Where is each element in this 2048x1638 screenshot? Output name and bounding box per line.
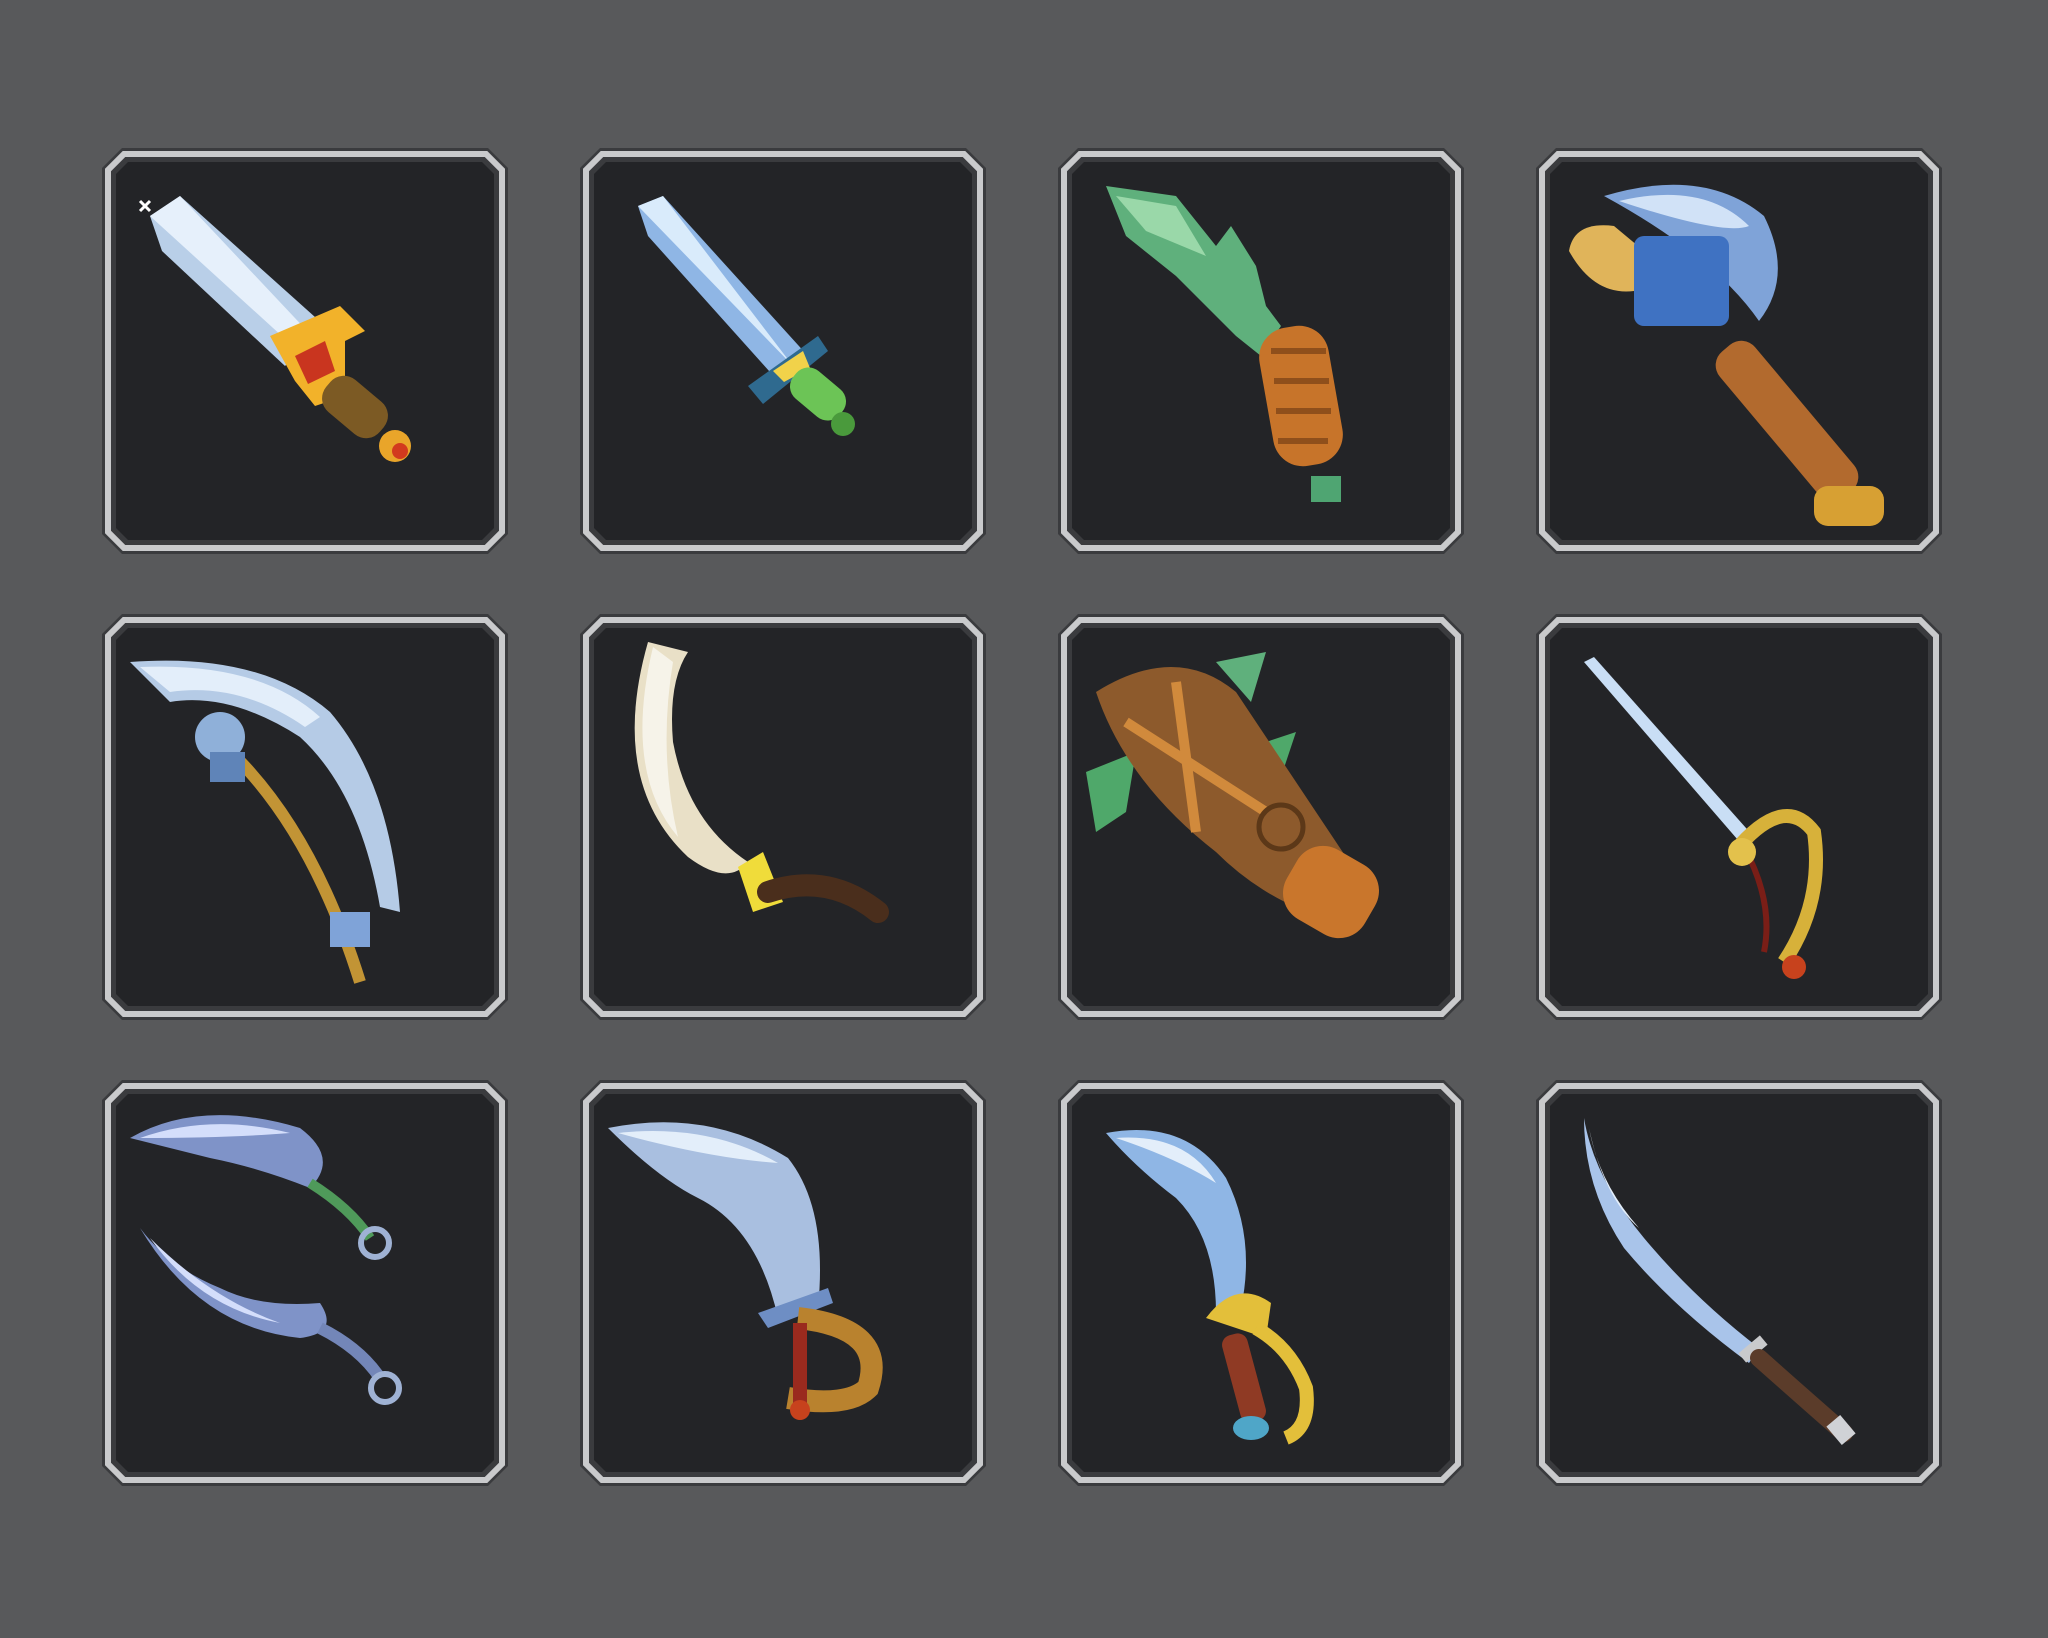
katana-icon (1584, 1118, 1856, 1445)
inventory-slot-10[interactable] (578, 1078, 988, 1488)
inventory-grid (0, 0, 2048, 1638)
inventory-slot-2[interactable] (578, 146, 988, 556)
inventory-slot-11[interactable] (1056, 1078, 1466, 1488)
inventory-slot-7[interactable] (1056, 612, 1466, 1022)
crystal-short-sword-icon (638, 196, 855, 436)
curved-saber-icon (1106, 1130, 1314, 1445)
wooden-leaf-club-icon (1086, 652, 1379, 939)
broad-cutlass-icon (608, 1122, 883, 1420)
twin-daggers-icon (130, 1115, 402, 1405)
jade-dagger-icon (1106, 186, 1343, 502)
inventory-slot-8[interactable] (1534, 612, 1944, 1022)
inventory-slot-9[interactable] (100, 1078, 510, 1488)
inventory-slot-12[interactable] (1534, 1078, 1944, 1488)
bone-sickle-icon (634, 642, 889, 923)
inventory-slot-6[interactable] (578, 612, 988, 1022)
inventory-slot-4[interactable] (1534, 146, 1944, 556)
war-scythe-icon (130, 660, 400, 984)
inventory-slot-5[interactable] (100, 612, 510, 1022)
inventory-slot-1[interactable] (100, 146, 510, 556)
rapier-icon (1584, 657, 1823, 979)
inventory-slot-3[interactable] (1056, 146, 1466, 556)
steel-battle-axe-icon (1569, 184, 1884, 526)
golden-hilt-sword-icon (138, 196, 411, 462)
